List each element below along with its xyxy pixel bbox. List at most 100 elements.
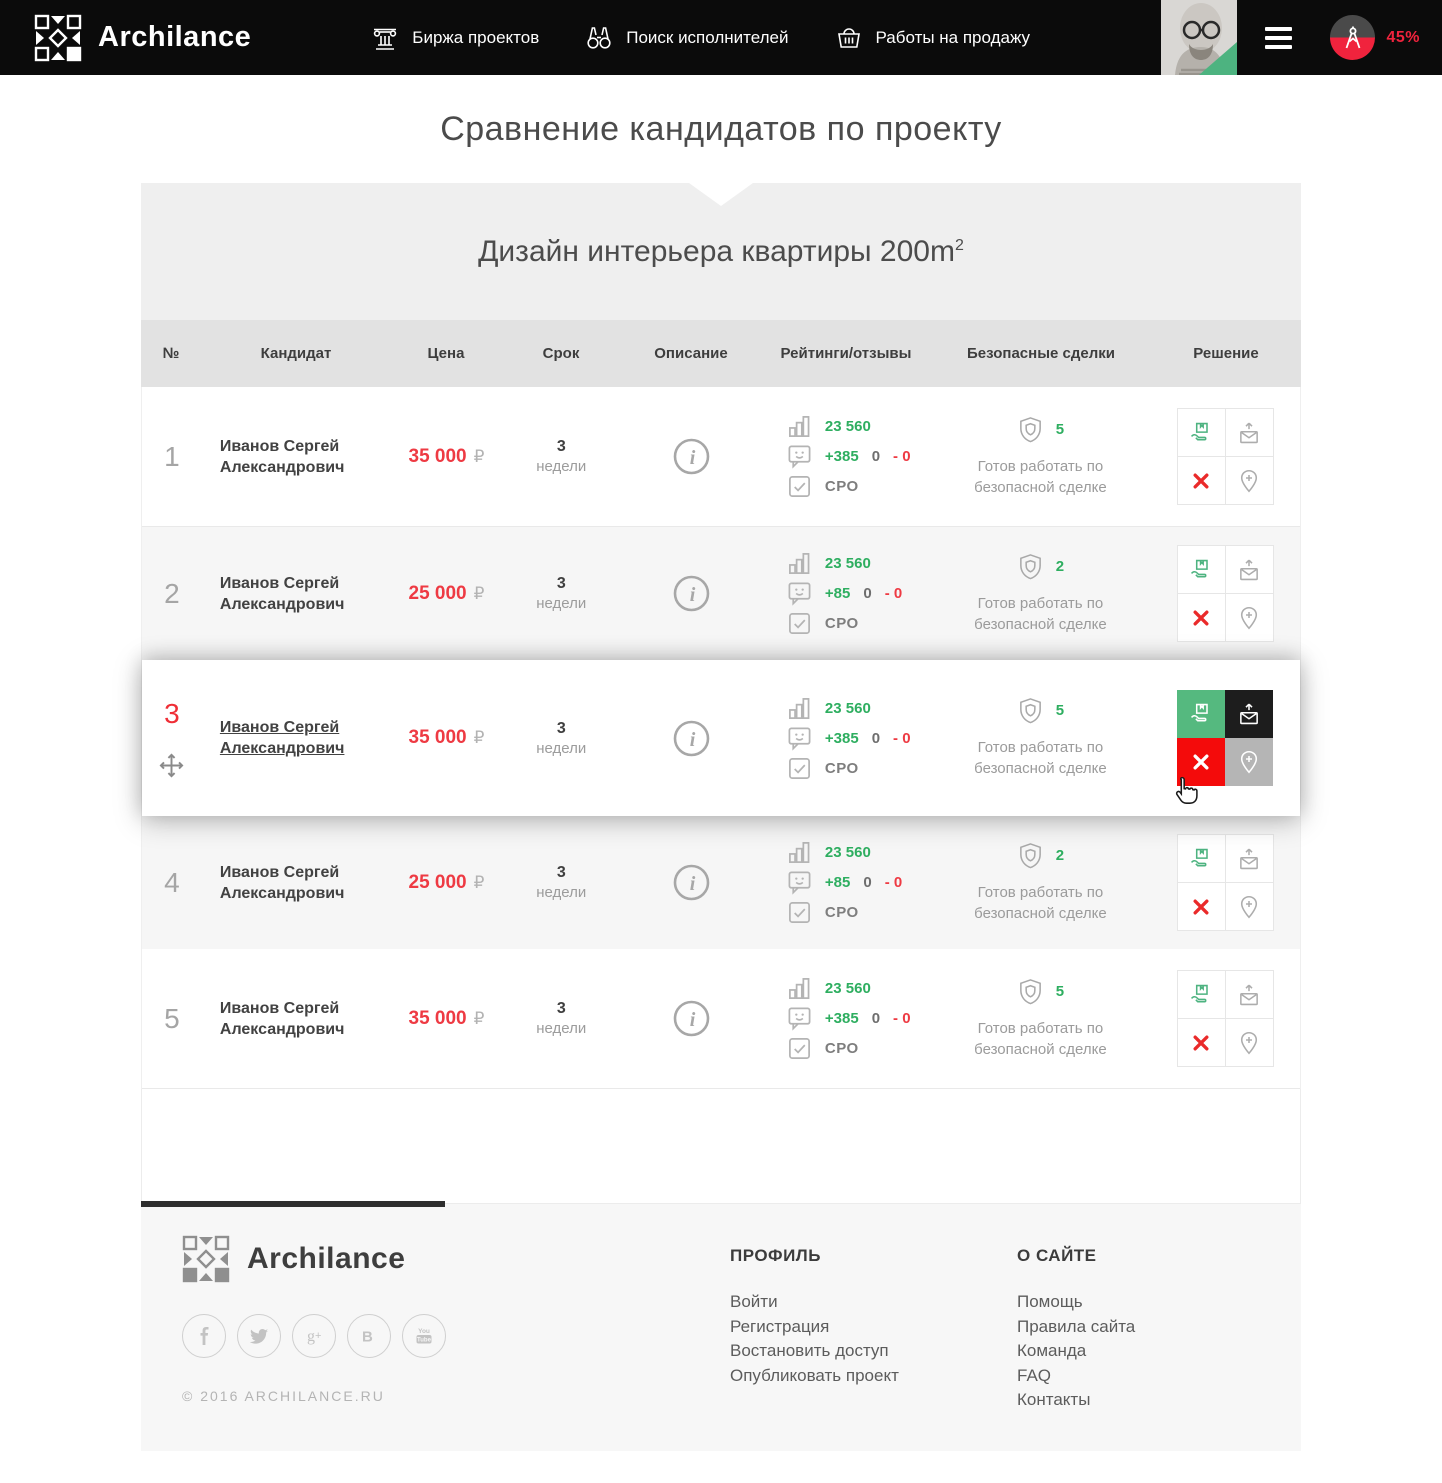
footer-link-restore-access[interactable]: Востановить доступ [730,1339,899,1364]
description-cell: i [621,864,761,901]
svg-text:i: i [689,584,695,606]
accept-deal-button[interactable] [1178,409,1225,456]
footer-brand-name: Archilance [247,1242,405,1276]
facebook-icon[interactable] [182,1314,226,1358]
move-handle-icon[interactable] [158,752,185,779]
candidate-name-link[interactable]: Иванов Сергей Александрович [220,862,375,904]
footer-brand-block: Archilance g+ B You [182,1235,446,1404]
info-icon[interactable]: i [673,864,710,901]
footer-brand[interactable]: Archilance [182,1235,446,1283]
decision-cell [1150,690,1300,786]
nav-item-project-exchange[interactable]: Биржа проектов [371,24,539,52]
info-icon[interactable]: i [673,720,710,757]
sro-label: СРО [825,760,859,777]
hamburger-menu-icon[interactable] [1265,27,1292,49]
term-cell: 3 недели [501,720,621,757]
add-location-button[interactable] [1226,457,1273,504]
youtube-icon[interactable]: You Tube [402,1314,446,1358]
pin-plus-icon [1237,1031,1261,1055]
bar-chart-icon [787,551,812,576]
positive-reviews: +385 [825,1010,859,1027]
footer-link-faq[interactable]: FAQ [1017,1364,1135,1389]
info-icon[interactable]: i [673,575,710,612]
mail-send-icon [1237,421,1261,445]
decision-cell [1150,408,1300,505]
send-message-button[interactable] [1225,690,1273,738]
reject-button[interactable] [1178,457,1225,504]
reject-button[interactable] [1177,738,1225,786]
svg-text:+: + [315,1330,321,1342]
reject-button[interactable] [1178,1019,1225,1066]
send-message-button[interactable] [1226,835,1273,882]
user-avatar[interactable] [1161,0,1237,75]
footer-link-team[interactable]: Команда [1017,1339,1135,1364]
twitter-icon[interactable] [237,1314,281,1358]
row-number: 2 [164,578,180,610]
footer: Archilance g+ B You [141,1204,1301,1451]
bar-chart-icon [787,976,812,1001]
term-unit: недели [536,1020,586,1037]
views-count: 23 560 [825,844,871,861]
neutral-reviews: 0 [872,730,880,747]
info-icon[interactable]: i [673,1000,710,1037]
accept-deal-button[interactable] [1178,546,1225,593]
decision-buttons [1177,545,1274,642]
info-icon[interactable]: i [673,438,710,475]
candidate-name-link[interactable]: Иванов Сергей Александрович [220,998,375,1040]
column-header-term: Срок [501,345,621,362]
safe-deals-count: 5 [1056,983,1064,1000]
footer-link-login[interactable]: Войти [730,1290,899,1315]
pin-plus-icon [1237,750,1261,774]
footer-link-contacts[interactable]: Контакты [1017,1388,1135,1413]
accept-deal-button[interactable] [1177,690,1225,738]
add-location-button[interactable] [1226,1019,1273,1066]
candidate-name-link[interactable]: Иванов Сергей Александрович [220,717,375,759]
sro-label: СРО [825,904,859,921]
column-icon [371,24,399,52]
neutral-reviews: 0 [863,585,871,602]
reject-button[interactable] [1178,594,1225,641]
candidates-table-body: 1 Иванов Сергей Александрович 35 000 ₽ 3… [141,387,1301,1089]
candidate-name-link[interactable]: Иванов Сергей Александрович [220,436,375,478]
checkbox-icon [787,1036,812,1061]
nav-item-find-performers[interactable]: Поиск исполнителей [585,24,788,52]
empty-content-block [141,1089,1301,1204]
vk-icon[interactable]: B [347,1314,391,1358]
term-value: 3 [557,864,566,882]
project-title-superscript: 2 [955,237,964,254]
price-value: 35 000 [409,727,467,749]
nav-label: Работы на продажу [876,28,1031,48]
footer-link-site-rules[interactable]: Правила сайта [1017,1315,1135,1340]
row-number-cell: 5 [142,1003,202,1035]
description-cell: i [621,438,761,475]
add-location-button[interactable] [1226,883,1273,930]
nav-item-works-for-sale[interactable]: Работы на продажу [835,24,1031,52]
price-value: 35 000 [409,446,467,468]
currency-ruble-sign: ₽ [474,728,485,748]
top-navigation-bar: Archilance Биржа проектов Поиск исполнит… [0,0,1442,75]
accept-deal-button[interactable] [1178,971,1225,1018]
footer-progress-bar [141,1201,445,1207]
add-location-button[interactable] [1225,738,1273,786]
candidate-cell: Иванов Сергей Александрович [202,573,392,615]
views-count: 23 560 [825,980,871,997]
safe-deals-cell: 5 Готов работать по безопасной сделке [931,416,1151,498]
reject-button[interactable] [1178,883,1225,930]
footer-link-help[interactable]: Помощь [1017,1290,1135,1315]
candidate-name-link[interactable]: Иванов Сергей Александрович [220,573,375,615]
profile-completeness-gauge[interactable]: 45% [1330,15,1420,60]
brand-logo[interactable]: Archilance [34,14,251,62]
googleplus-icon[interactable]: g+ [292,1314,336,1358]
footer-link-registration[interactable]: Регистрация [730,1315,899,1340]
send-message-button[interactable] [1226,546,1273,593]
footer-link-publish-project[interactable]: Опубликовать проект [730,1364,899,1389]
table-row: 3 Иванов Сергей Александрович 35 000 ₽ 3… [142,660,1300,816]
accept-deal-button[interactable] [1178,835,1225,882]
send-message-button[interactable] [1226,409,1273,456]
description-cell: i [621,720,761,757]
candidate-cell: Иванов Сергей Александрович [202,436,392,478]
send-message-button[interactable] [1226,971,1273,1018]
review-bubble-icon [787,444,812,469]
add-location-button[interactable] [1226,594,1273,641]
row-number-cell: 1 [142,441,202,473]
